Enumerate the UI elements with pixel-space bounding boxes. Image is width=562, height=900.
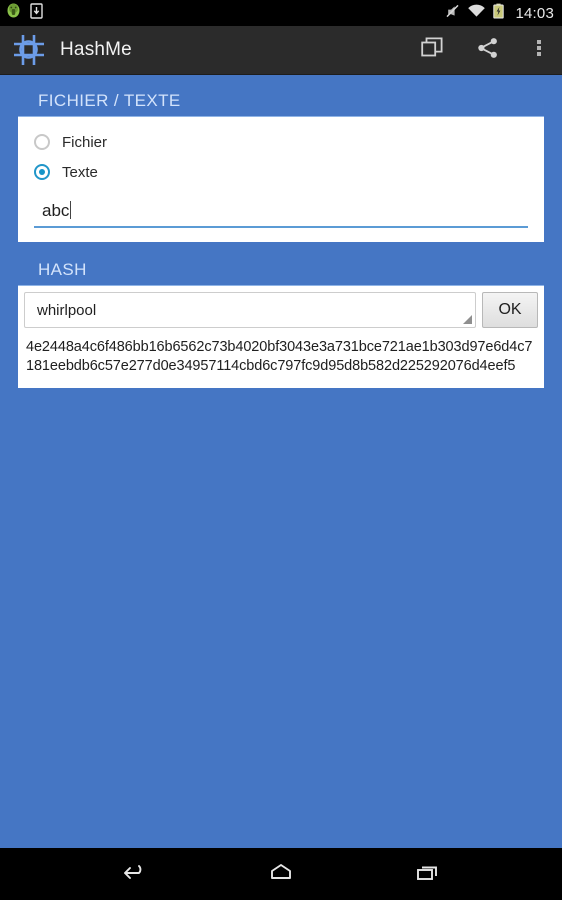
hash-algorithm-spinner[interactable]: whirlpool [24, 292, 476, 328]
nav-recents-button[interactable] [394, 848, 462, 900]
share-icon [477, 37, 499, 64]
android-robot-icon [6, 3, 21, 24]
battery-charging-icon [493, 3, 505, 24]
text-input-display[interactable]: abc [34, 199, 528, 228]
wifi-icon [467, 3, 486, 24]
hash-controls-row: whirlpool OK [18, 286, 544, 334]
app-title: HashMe [60, 39, 132, 60]
status-bar-clock: 14:03 [515, 4, 554, 22]
radio-texte-indicator[interactable] [34, 164, 50, 180]
nav-home-button[interactable] [247, 848, 315, 900]
hash-grid-icon [12, 33, 46, 67]
hash-result-text[interactable]: 4e2448a4c6f486bb16b6562c73b4020bf3043e3a… [18, 334, 544, 388]
status-bar-system-icons: 14:03 [445, 3, 554, 24]
action-bar: HashMe [0, 26, 562, 75]
overflow-button[interactable] [516, 26, 562, 75]
status-bar-notifications [6, 2, 43, 24]
radio-texte-label: Texte [62, 163, 98, 181]
radio-option-texte[interactable]: Texte [30, 157, 532, 187]
navigation-bar [0, 848, 562, 900]
file-text-card-body: Fichier Texte abc [18, 117, 544, 242]
back-arrow-icon [119, 860, 149, 889]
file-text-card: FICHIER / TEXTE Fichier Texte abc [18, 87, 544, 242]
radio-fichier-indicator[interactable] [34, 134, 50, 150]
home-icon [266, 860, 296, 889]
usb-debug-icon [30, 2, 43, 24]
text-input-value: abc [42, 201, 70, 220]
action-bar-actions [404, 26, 562, 74]
text-input-wrapper: abc [34, 199, 528, 228]
nav-back-button[interactable] [100, 848, 168, 900]
copy-icon [421, 37, 443, 64]
file-text-card-header: FICHIER / TEXTE [18, 87, 544, 117]
main-content: FICHIER / TEXTE Fichier Texte abc HASH w… [0, 75, 562, 848]
radio-option-fichier[interactable]: Fichier [30, 127, 532, 157]
recents-icon [413, 860, 443, 889]
radio-fichier-label: Fichier [62, 133, 108, 151]
android-screen: 14:03 HashMe FICHIER / TEXTE Fichier Tex… [0, 0, 562, 900]
text-caret [70, 201, 72, 219]
ringer-muted-icon [445, 3, 460, 24]
ok-button[interactable]: OK [482, 292, 538, 328]
hash-card: HASH whirlpool OK 4e2448a4c6f486bb16b656… [18, 256, 544, 388]
overflow-menu-icon [536, 37, 542, 64]
chevron-down-icon [463, 315, 472, 324]
status-bar: 14:03 [0, 0, 562, 26]
hash-card-body: whirlpool OK 4e2448a4c6f486bb16b6562c73b… [18, 286, 544, 388]
share-button[interactable] [460, 26, 516, 75]
hash-card-header: HASH [18, 256, 544, 286]
hash-algorithm-value: whirlpool [37, 301, 97, 319]
copy-button[interactable] [404, 26, 460, 75]
